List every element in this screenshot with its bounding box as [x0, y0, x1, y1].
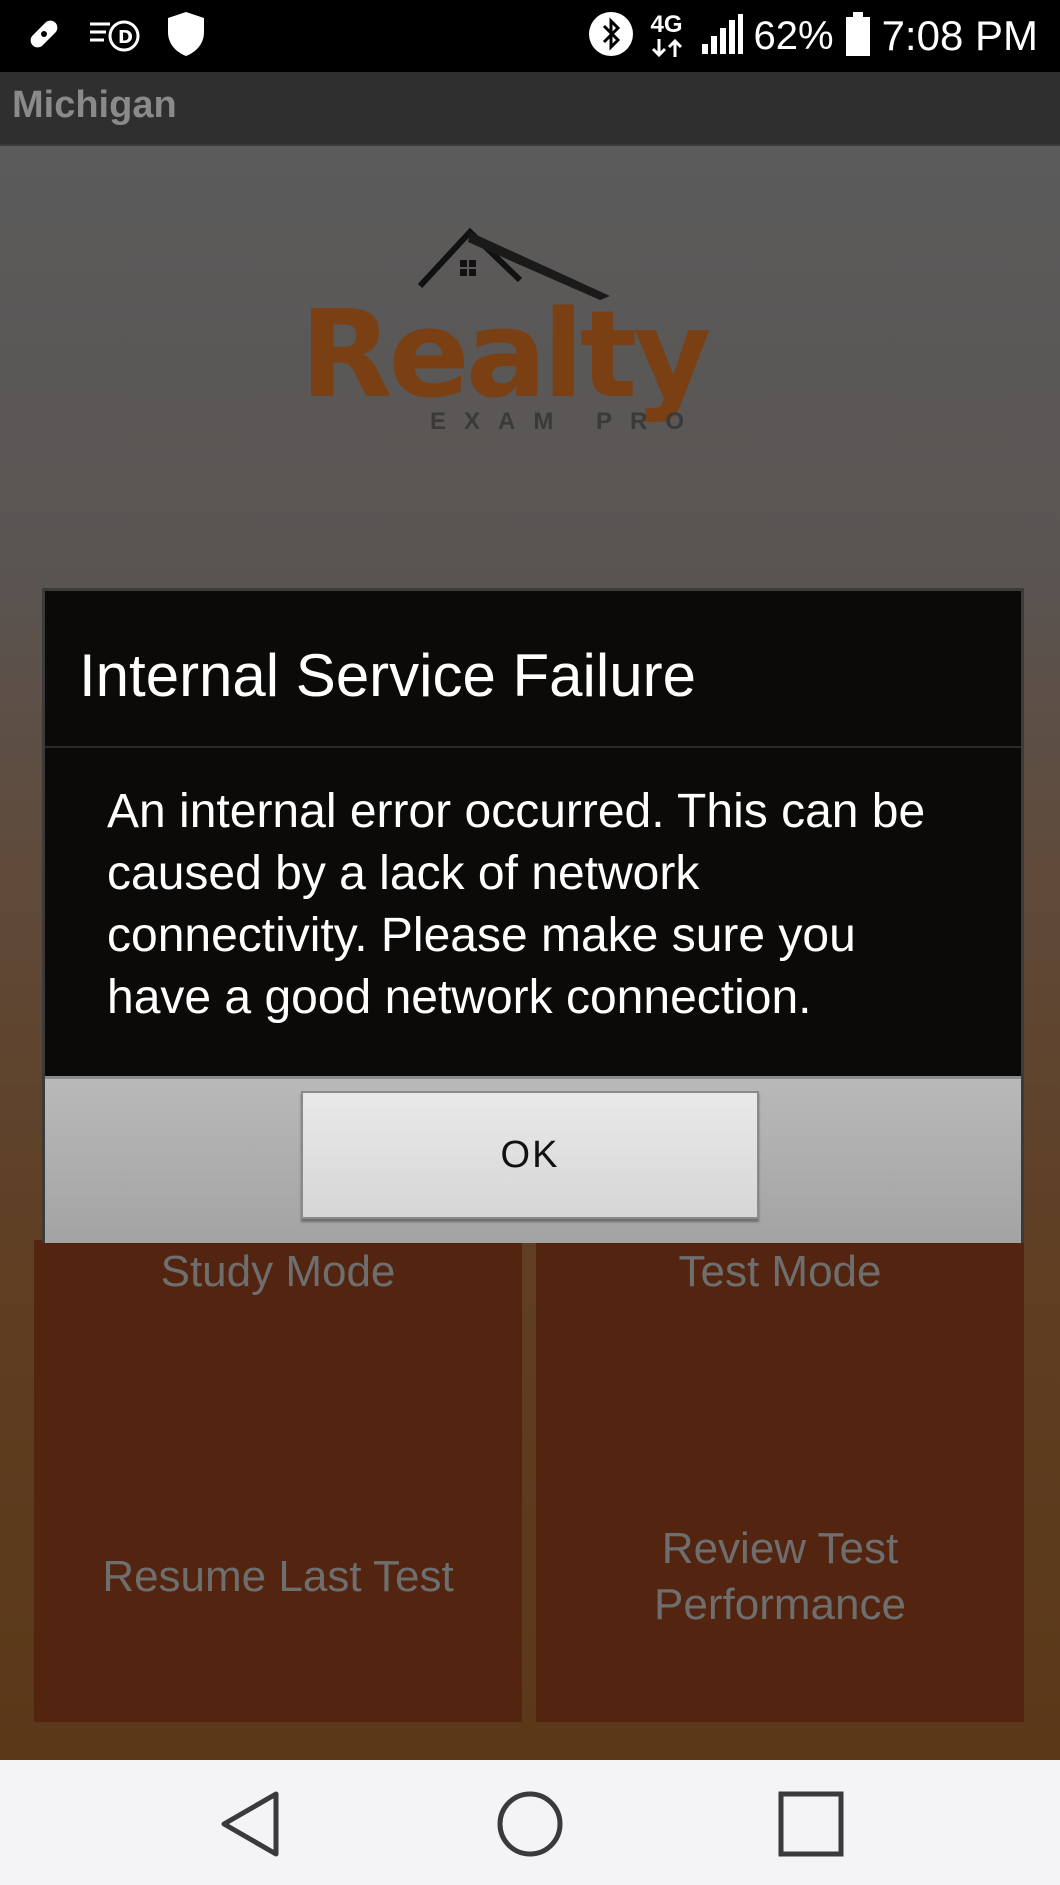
logo-word: Realty — [300, 286, 711, 425]
ok-button-label: OK — [500, 1133, 560, 1176]
error-dialog: Internal Service Failure An internal err… — [42, 588, 1024, 1243]
tile-review-test-performance[interactable]: Review Test Performance — [536, 1432, 1024, 1722]
logo-tagline: EXAM PRO — [430, 408, 703, 435]
tile-label: Test Mode — [678, 1247, 882, 1296]
tile-label: Resume Last Test — [102, 1552, 454, 1601]
tile-label: Study Mode — [160, 1247, 396, 1296]
navigation-bar — [0, 1760, 1060, 1885]
dialog-button-bar: OK — [45, 1076, 1021, 1243]
realty-exam-pro-logo: Realty EXAM PRO — [290, 226, 770, 435]
app-title: Michigan — [12, 84, 177, 126]
home-icon[interactable] — [485, 1788, 575, 1860]
tile-resume-last-test[interactable]: Resume Last Test — [34, 1432, 522, 1722]
dialog-divider — [45, 746, 1021, 748]
dialog-title: Internal Service Failure — [79, 642, 696, 709]
signal-icon — [700, 12, 744, 61]
status-bar: D 4G 62% 7:08 PM — [0, 0, 1060, 72]
app-bar: Michigan — [0, 72, 1060, 146]
tile-label: Review Test Performance — [654, 1524, 906, 1629]
ok-button[interactable]: OK — [301, 1091, 759, 1219]
dialog-message: An internal error occurred. This can be … — [107, 785, 926, 1024]
battery-icon — [844, 10, 872, 63]
network-4g-icon: 4G — [644, 13, 690, 59]
back-icon[interactable] — [206, 1788, 296, 1860]
bluetooth-icon — [588, 11, 634, 62]
speed-d-icon: D — [88, 12, 144, 61]
shield-icon — [166, 10, 206, 63]
bandage-icon — [22, 12, 66, 61]
battery-percent: 62% — [753, 13, 834, 58]
clock: 7:08 PM — [881, 12, 1038, 59]
svg-text:D: D — [118, 27, 133, 48]
recents-icon[interactable] — [765, 1788, 855, 1860]
